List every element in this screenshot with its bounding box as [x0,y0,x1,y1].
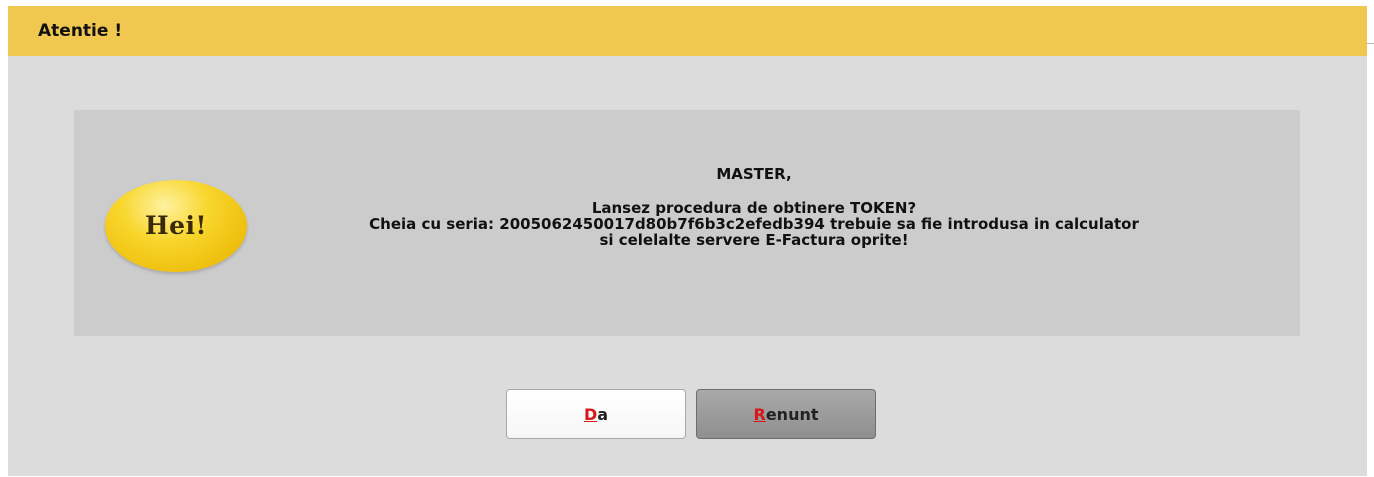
dialog-message: MASTER, Lansez procedura de obtinere TOK… [254,166,1254,248]
da-button[interactable]: Da [506,389,686,439]
message-line-3: si celelalte servere E-Factura oprite! [599,231,909,249]
message-line-2: Cheia cu seria: 2005062450017d80b7f6b3c2… [369,215,1139,233]
hei-badge-icon: Hei! [105,180,247,272]
dialog-titlebar: Atentie ! [8,6,1367,56]
da-label: a [597,405,609,424]
renunt-button[interactable]: Renunt [696,389,876,439]
message-heading: MASTER, [716,165,792,183]
window-edge-line [1366,43,1374,44]
message-spacer [254,182,1254,200]
renunt-mnemonic: R [753,405,766,424]
da-mnemonic: D [583,405,598,424]
message-line-1: Lansez procedura de obtinere TOKEN? [591,199,917,217]
confirm-dialog: Atentie ! Hei! MASTER, Lansez procedura … [8,6,1367,476]
hei-badge-text: Hei! [145,211,207,240]
message-panel: Hei! MASTER, Lansez procedura de obtiner… [74,110,1300,336]
dialog-title: Atentie ! [38,21,123,41]
renunt-label: enunt [765,405,819,424]
